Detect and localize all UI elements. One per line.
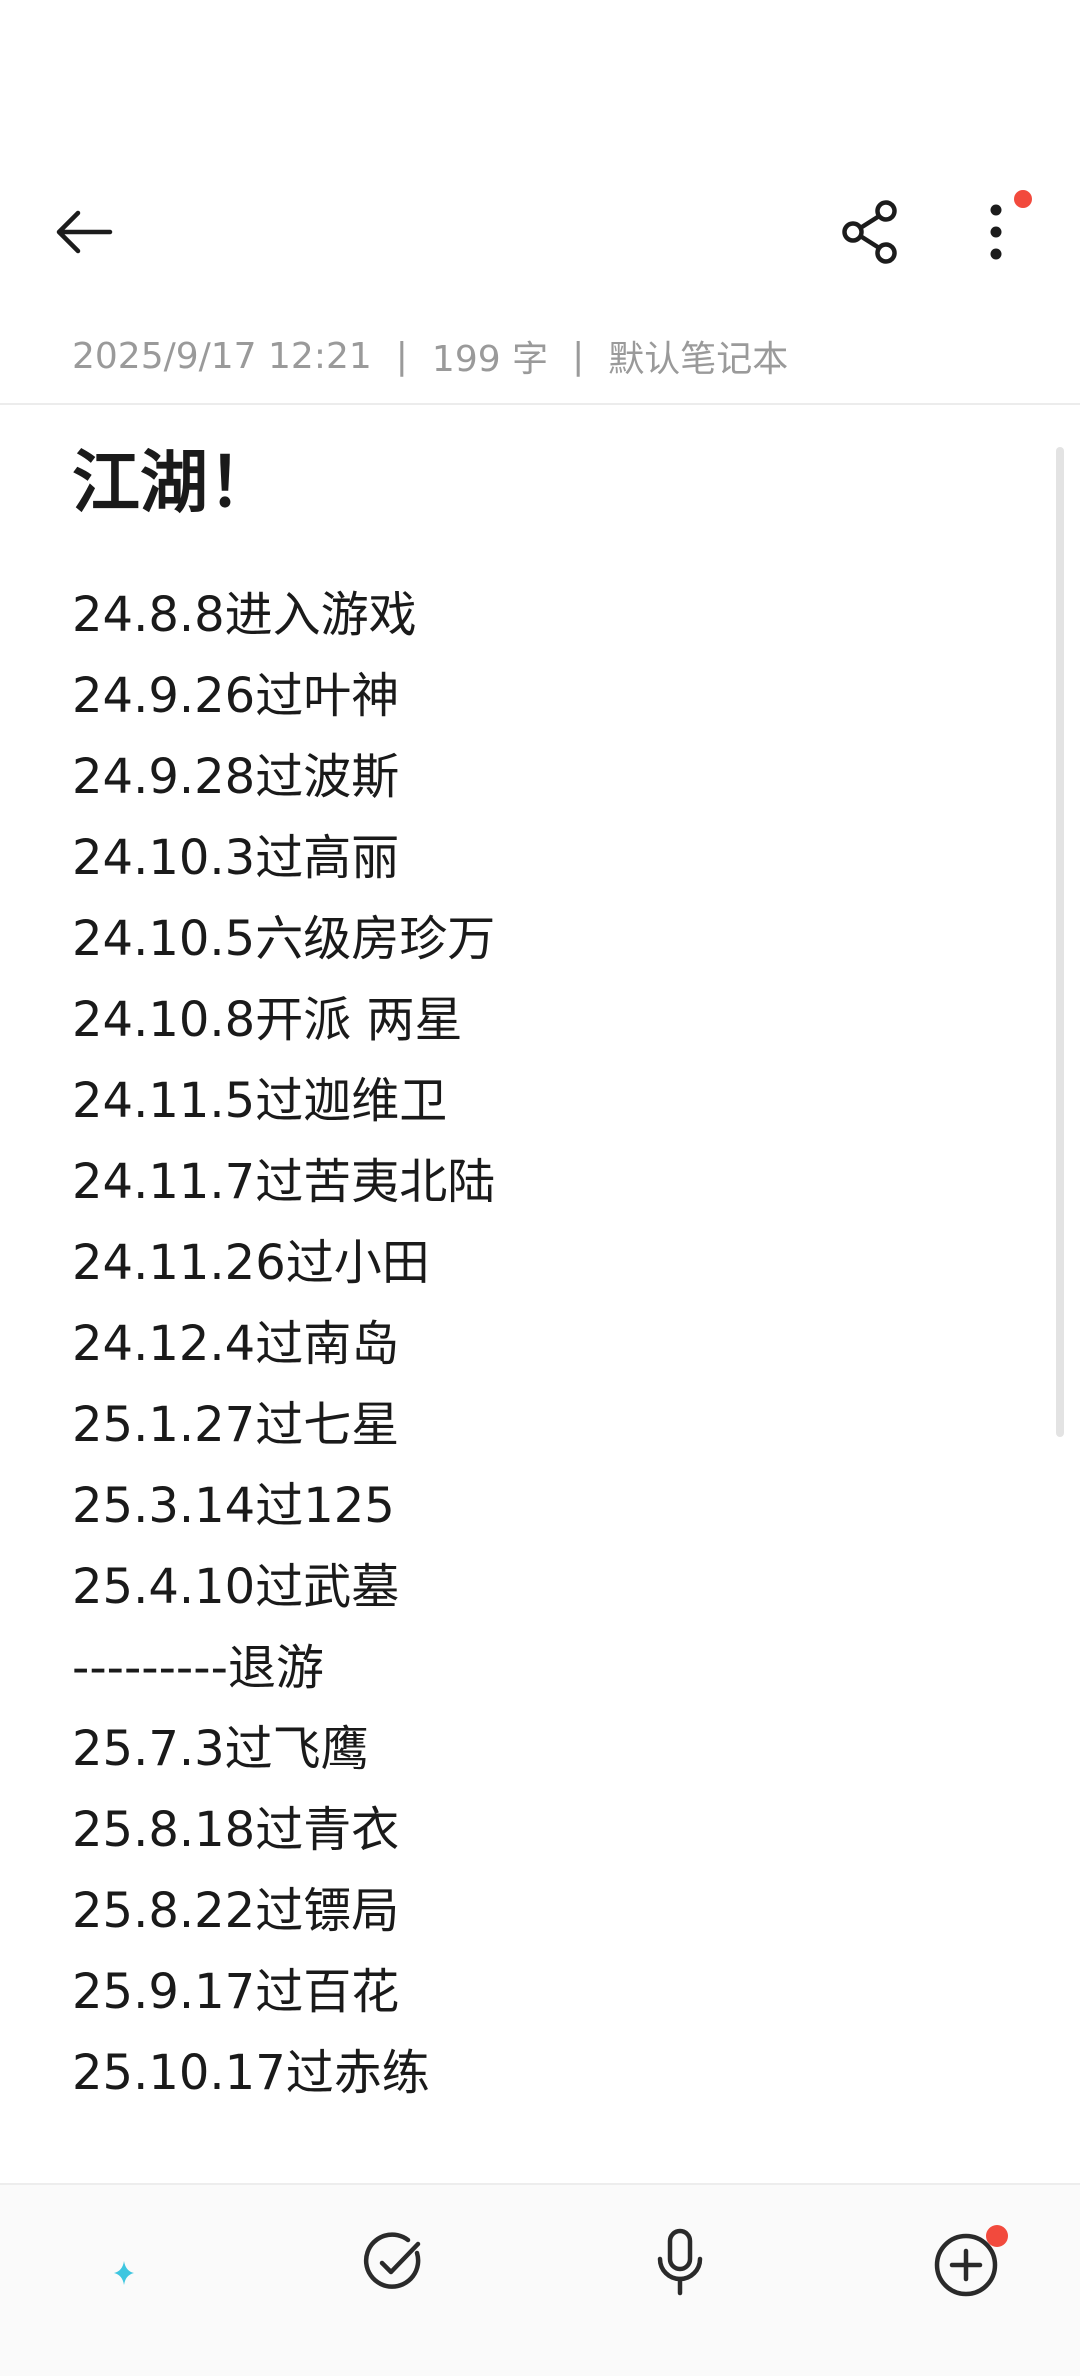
checklist-button[interactable]	[346, 2215, 442, 2311]
microphone-icon	[657, 2228, 703, 2296]
notification-dot	[986, 2225, 1008, 2247]
note-line[interactable]: 24.10.3过高丽	[72, 818, 495, 899]
note-line[interactable]: 25.9.17过百花	[72, 1952, 495, 2033]
note-line[interactable]: 24.9.28过波斯	[72, 737, 495, 818]
voice-input-button[interactable]	[632, 2215, 728, 2311]
note-line[interactable]: 25.7.3过飞鹰	[72, 1709, 495, 1790]
arrow-left-icon	[56, 210, 113, 254]
note-line[interactable]: 25.4.10过武墓	[72, 1547, 495, 1628]
meta-separator: |	[395, 335, 408, 377]
back-button[interactable]	[36, 184, 132, 280]
note-line[interactable]: 24.12.4过南岛	[72, 1304, 495, 1385]
note-line[interactable]: 24.10.5六级房珍万	[72, 899, 495, 980]
note-line[interactable]: 25.10.17过赤练	[72, 2033, 495, 2114]
share-button[interactable]	[822, 184, 918, 280]
note-editor[interactable]: 江湖！ 24.8.8进入游戏 24.9.26过叶神 24.9.28过波斯 24.…	[0, 405, 1080, 2183]
meta-separator: |	[572, 335, 585, 377]
ai-format-icon	[79, 2240, 134, 2285]
share-icon	[842, 200, 897, 264]
top-app-bar	[0, 160, 1080, 290]
more-options-button[interactable]	[948, 184, 1044, 280]
checklist-icon	[363, 2232, 421, 2289]
note-line[interactable]: ---------退游	[72, 1628, 495, 1709]
note-word-count: 199 字	[431, 339, 549, 380]
note-line[interactable]: 24.9.26过叶神	[72, 656, 495, 737]
note-line[interactable]: 24.8.8进入游戏	[72, 575, 495, 656]
note-line[interactable]: 24.10.8开派 两星	[72, 980, 495, 1061]
note-line[interactable]: 24.11.26过小田	[72, 1223, 495, 1304]
note-line[interactable]: 24.11.5过迦维卫	[72, 1061, 495, 1142]
note-body[interactable]: 24.8.8进入游戏 24.9.26过叶神 24.9.28过波斯 24.10.3…	[72, 575, 495, 2114]
note-line[interactable]: 25.3.14过125	[72, 1466, 495, 1547]
insert-button[interactable]	[918, 2215, 1014, 2311]
bottom-toolbar	[0, 2183, 1080, 2376]
notes-app-screen: 2025/9/17 12:21 | 199 字 | 默认笔记本 江湖！ 24.8…	[0, 0, 1080, 2376]
note-meta-info: 2025/9/17 12:21 | 199 字 | 默认笔记本	[72, 330, 788, 382]
notebook-name[interactable]: 默认笔记本	[608, 330, 788, 382]
note-line[interactable]: 25.8.18过青衣	[72, 1790, 495, 1871]
scrollbar[interactable]	[1056, 447, 1064, 1437]
note-datetime: 2025/9/17 12:21	[72, 335, 372, 377]
status-bar	[0, 0, 1080, 160]
note-title[interactable]: 江湖！	[72, 427, 276, 526]
ai-format-button[interactable]	[60, 2215, 156, 2311]
note-line[interactable]: 25.1.27过七星	[72, 1385, 495, 1466]
note-line[interactable]: 24.11.7过苦夷北陆	[72, 1142, 495, 1223]
note-line[interactable]: 25.8.22过镖局	[72, 1871, 495, 1952]
notification-dot	[1014, 190, 1032, 208]
more-vertical-icon	[990, 204, 1002, 260]
